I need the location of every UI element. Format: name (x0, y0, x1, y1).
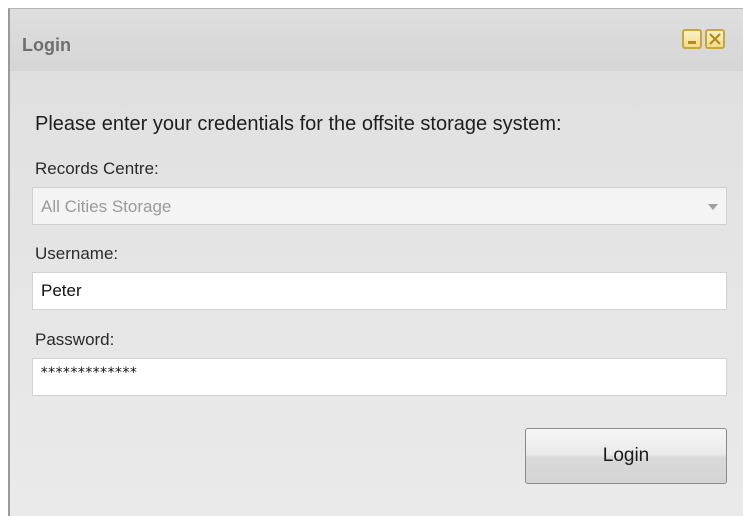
window-title: Login (22, 35, 71, 55)
minimize-button[interactable] (682, 29, 702, 49)
records-centre-value: All Cities Storage (41, 197, 172, 216)
username-label: Username: (35, 244, 119, 263)
records-centre-label: Records Centre: (35, 159, 159, 178)
login-window: Login Please enter your credentials for … (8, 8, 743, 516)
password-label: Password: (35, 330, 115, 349)
close-icon (709, 33, 721, 45)
records-centre-dropdown[interactable]: All Cities Storage (32, 187, 727, 225)
minimize-icon (688, 41, 696, 44)
login-button[interactable]: Login (525, 428, 727, 484)
password-input[interactable] (32, 358, 727, 396)
instructions-text: Please enter your credentials for the of… (35, 113, 562, 135)
username-input[interactable] (32, 272, 727, 310)
chevron-down-icon[interactable] (708, 204, 718, 210)
close-button[interactable] (705, 29, 725, 49)
title-bar[interactable]: Login (10, 9, 743, 71)
